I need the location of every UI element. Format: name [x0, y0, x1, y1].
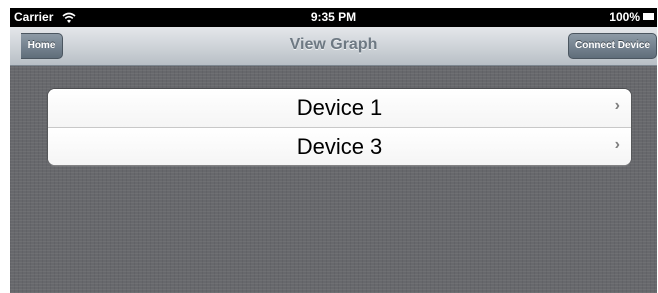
status-bar: Carrier 9:35 PM 100%: [10, 8, 657, 27]
device-row[interactable]: Device 1 ›: [48, 89, 631, 127]
ipad-screen: Carrier 9:35 PM 100% Home View Graph Con…: [10, 8, 657, 293]
chevron-right-icon: ›: [614, 97, 620, 114]
device-label: Device 1: [296, 95, 383, 120]
connect-device-button[interactable]: Connect Device: [568, 33, 657, 59]
chevron-right-icon: ›: [614, 136, 620, 153]
device-row[interactable]: Device 3 ›: [48, 127, 631, 165]
page-title: View Graph: [289, 36, 378, 53]
status-time: 9:35 PM: [310, 10, 357, 24]
battery-percent: 100%: [609, 10, 640, 24]
navigation-bar: Home View Graph Connect Device: [10, 27, 657, 66]
device-label: Device 3: [296, 134, 383, 159]
device-list: Device 1 › Device 3 ›: [48, 89, 631, 165]
content-area: Device 1 › Device 3 ›: [10, 66, 657, 293]
home-back-button-label: Home: [27, 40, 56, 51]
battery-icon: [643, 13, 654, 20]
